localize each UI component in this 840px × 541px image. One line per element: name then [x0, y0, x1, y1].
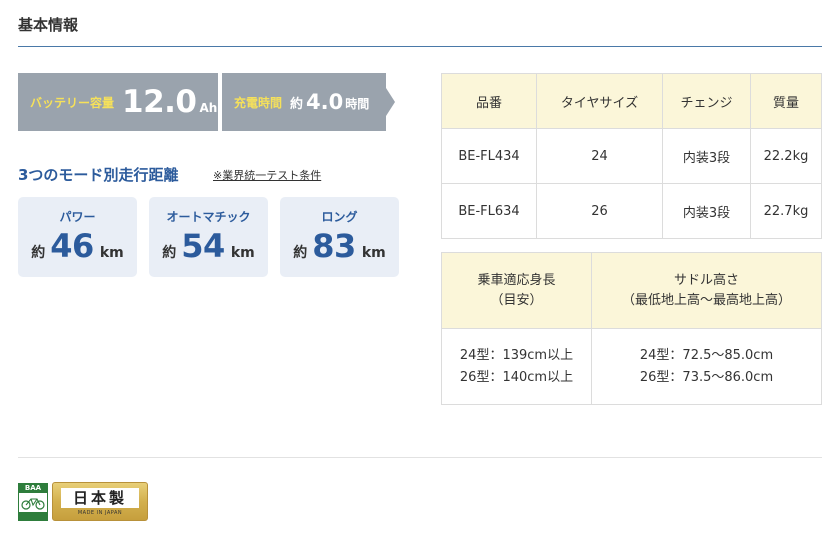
made-in-japan-badge: 日本製 MADE IN JAPAN: [52, 482, 148, 521]
section-title: 基本情報: [18, 16, 79, 34]
baa-bottom-band: [19, 512, 47, 520]
mode-value: 54: [181, 227, 225, 265]
cell-saddle-height: 24型：72.5〜85.0cm 26型：73.5〜86.0cm: [591, 328, 822, 405]
header-weight: 質量: [750, 73, 822, 129]
mode-value: 83: [312, 227, 356, 265]
charge-label: 充電時間: [234, 95, 283, 110]
charge-spec: 充電時間 約 4.0 時間: [222, 73, 386, 131]
battery-label: バッテリー容量: [30, 95, 115, 110]
mode-unit: km: [361, 245, 386, 261]
cell-weight: 22.7kg: [750, 183, 822, 239]
height-24: 24型：139cm以上: [459, 347, 574, 363]
table-row: 24型：139cm以上 26型：140cm以上 24型：72.5〜85.0cm …: [441, 328, 822, 405]
mode-card-power: パワー 約 46 km: [18, 197, 137, 277]
battery-spec: バッテリー容量 12.0 Ah: [18, 73, 218, 131]
table-row: BE-FL434 24 内装3段 22.2kg: [441, 128, 822, 184]
saddle-26: 26型：73.5〜86.0cm: [639, 369, 774, 385]
product-spec-table: 品番 タイヤサイズ チェンジ 質量 BE-FL434 24 内装3段 22.2k…: [441, 73, 822, 239]
made-in-japan-text: 日本製: [61, 488, 139, 508]
charge-unit: 時間: [345, 97, 370, 111]
height-26: 26型：140cm以上: [459, 369, 574, 385]
mode-prefix: 約: [293, 245, 308, 261]
baa-logo-icon: BAA: [18, 483, 48, 521]
mode-name: オートマチック: [166, 210, 251, 224]
cell-tire-size: 26: [536, 183, 663, 239]
cell-gear: 内装3段: [662, 128, 751, 184]
cell-gear: 内装3段: [662, 183, 751, 239]
header-subtext: （目安）: [490, 292, 543, 308]
header-model: 品番: [441, 73, 537, 129]
cell-weight: 22.2kg: [750, 128, 822, 184]
header-subtext: （最低地上高〜最高地上高）: [621, 292, 791, 308]
header-text: サドル高さ: [673, 272, 739, 288]
header-rider-height: 乗車適応身長 （目安）: [441, 252, 592, 329]
table-row: BE-FL634 26 内装3段 22.7kg: [441, 183, 822, 239]
cell-model: BE-FL634: [441, 183, 537, 239]
mode-unit: km: [99, 245, 124, 261]
mode-distance: 約 83 km: [280, 227, 399, 265]
header-tire-size: タイヤサイズ: [536, 73, 663, 129]
saddle-24: 24型：72.5〜85.0cm: [639, 347, 774, 363]
cell-model: BE-FL434: [441, 128, 537, 184]
spec-arrow-icon: [386, 88, 395, 116]
mode-name: パワー: [59, 210, 96, 224]
mode-distance: 約 54 km: [149, 227, 268, 265]
size-table: 乗車適応身長 （目安） サドル高さ （最低地上高〜最高地上高） 24型：139c…: [441, 252, 822, 405]
charge-value: 4.0: [306, 90, 344, 114]
battery-value: 12.0: [122, 84, 197, 120]
mode-prefix: 約: [31, 245, 46, 261]
bottom-divider: [18, 457, 822, 458]
bicycle-icon: [21, 498, 45, 510]
mode-card-long: ロング 約 83 km: [280, 197, 399, 277]
charge-prefix: 約: [290, 96, 304, 112]
test-condition-link[interactable]: ※業界統一テスト条件: [213, 167, 321, 183]
mode-prefix: 約: [162, 245, 177, 261]
header-saddle-height: サドル高さ （最低地上高〜最高地上高）: [591, 252, 822, 329]
mode-value: 46: [50, 227, 94, 265]
mode-heading: 3つのモード別走行距離: [18, 166, 179, 184]
mode-distance: 約 46 km: [18, 227, 137, 265]
cell-rider-height: 24型：139cm以上 26型：140cm以上: [441, 328, 592, 405]
header-text: 乗車適応身長: [477, 272, 556, 288]
mode-unit: km: [230, 245, 255, 261]
header-gear: チェンジ: [662, 73, 751, 129]
mode-name: ロング: [321, 210, 358, 224]
made-in-japan-subtext: MADE IN JAPAN: [77, 510, 123, 516]
spec-bar: バッテリー容量 12.0 Ah 充電時間 約 4.0 時間: [18, 73, 395, 131]
mode-card-auto: オートマチック 約 54 km: [149, 197, 268, 277]
table-header-row: 品番 タイヤサイズ チェンジ 質量: [441, 73, 822, 129]
title-divider: [18, 46, 822, 47]
cell-tire-size: 24: [536, 128, 663, 184]
baa-text: BAA: [19, 484, 47, 493]
battery-unit: Ah: [199, 101, 218, 115]
table-header-row: 乗車適応身長 （目安） サドル高さ （最低地上高〜最高地上高）: [441, 252, 822, 329]
